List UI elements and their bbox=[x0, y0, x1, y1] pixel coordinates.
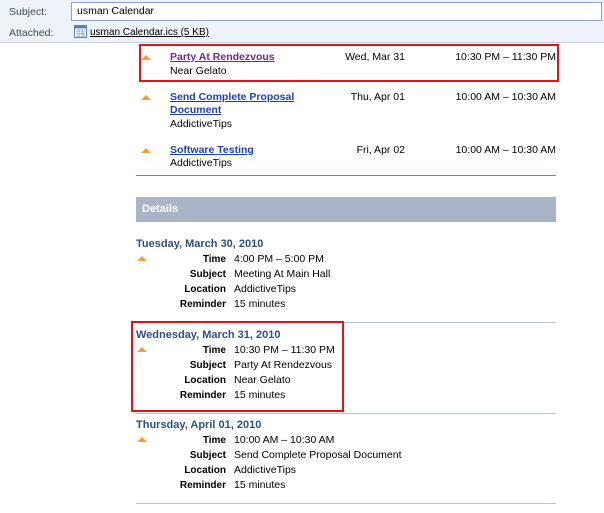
day-heading: Thursday, April 01, 2010 bbox=[136, 419, 262, 431]
divider bbox=[136, 503, 556, 504]
location-label: Location bbox=[184, 284, 226, 295]
highlight-box bbox=[139, 44, 559, 82]
attached-label: Attached: bbox=[9, 27, 54, 39]
appointment-time: 10:00 AM – 10:30 AM bbox=[455, 144, 556, 156]
appointment-title-link[interactable]: Send Complete Proposal bbox=[170, 91, 294, 104]
time-value: 10:00 AM – 10:30 AM bbox=[234, 434, 335, 446]
subject-value: Meeting At Main Hall bbox=[234, 268, 331, 280]
subject-value: Send Complete Proposal Document bbox=[234, 449, 402, 461]
subject-label: Subject: bbox=[9, 6, 47, 18]
appointment-title-link[interactable]: Software Testing bbox=[170, 144, 254, 157]
appointment-date: Fri, Apr 02 bbox=[356, 144, 405, 156]
time-label: Time bbox=[202, 435, 226, 446]
reminder-value: 15 minutes bbox=[234, 298, 286, 310]
location-value: AddictiveTips bbox=[234, 464, 297, 476]
subject-label: Subject bbox=[189, 450, 226, 461]
message-header: Subject: usman Calendar Attached: usman … bbox=[0, 0, 604, 43]
appointment-location: AddictiveTips bbox=[170, 157, 233, 169]
details-heading: Details bbox=[142, 203, 179, 215]
reminder-value: 15 minutes bbox=[234, 479, 286, 491]
divider bbox=[136, 413, 556, 414]
attachment-link[interactable]: usman Calendar.ics (5 KB) bbox=[90, 27, 209, 38]
details-header-bar: Details bbox=[136, 197, 556, 222]
subject-label: Subject bbox=[189, 269, 226, 280]
appointment-title-link-line2[interactable]: Document bbox=[170, 104, 221, 117]
location-value: AddictiveTips bbox=[234, 283, 297, 295]
day-heading: Tuesday, March 30, 2010 bbox=[136, 238, 264, 250]
appointment-date: Thu, Apr 01 bbox=[350, 91, 405, 103]
reminder-label: Reminder bbox=[179, 299, 226, 310]
location-label: Location bbox=[184, 465, 226, 476]
ics-file-icon[interactable] bbox=[74, 25, 87, 38]
reminder-label: Reminder bbox=[179, 480, 226, 491]
reminder-triangle-icon bbox=[141, 148, 151, 153]
appointment-location: AddictiveTips bbox=[170, 118, 233, 130]
appointment-time: 10:00 AM – 10:30 AM bbox=[455, 91, 556, 103]
subject-field[interactable]: usman Calendar bbox=[71, 2, 602, 21]
time-value: 4:00 PM – 5:00 PM bbox=[234, 253, 324, 265]
divider bbox=[136, 175, 556, 176]
highlight-box bbox=[131, 321, 344, 412]
reminder-triangle-icon bbox=[141, 95, 151, 100]
time-label: Time bbox=[202, 254, 226, 265]
